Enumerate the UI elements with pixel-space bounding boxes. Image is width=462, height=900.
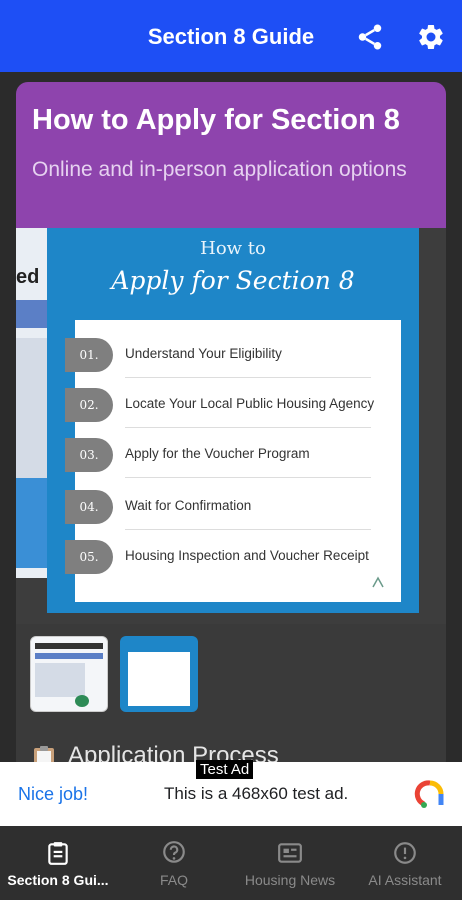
- thumbnail-table: [35, 663, 85, 697]
- step-number: 01.: [65, 338, 113, 372]
- previous-slide-band: [16, 300, 48, 328]
- thumbnail-band: [35, 653, 103, 659]
- clipboard-icon: [48, 842, 68, 865]
- image-carousel[interactable]: ed How to Apply for Section 8 01. Unders…: [16, 228, 446, 624]
- previous-slide-graphic: [16, 478, 48, 568]
- share-icon[interactable]: [355, 22, 385, 52]
- thumbnail-1[interactable]: [30, 636, 108, 712]
- step-divider: [125, 477, 371, 478]
- app-bar: Section 8 Guide: [0, 0, 462, 72]
- slide-logo-icon: [372, 576, 384, 588]
- step-item: 02. Locate Your Local Public Housing Age…: [65, 378, 401, 428]
- step-number: 03.: [65, 438, 113, 472]
- card-header: How to Apply for Section 8 Online and in…: [16, 82, 446, 228]
- ad-nice-text: Nice job!: [18, 784, 89, 804]
- step-item: 04. Wait for Confirmation: [65, 480, 401, 530]
- section-title-text: Application Process: [68, 742, 279, 762]
- thumbnail-2[interactable]: [120, 636, 198, 712]
- bottom-nav: Section 8 Gui... FAQ Housing News AI Ass…: [0, 826, 462, 900]
- previous-slide-fragment: ed: [16, 266, 40, 288]
- clipboard-icon: [34, 746, 54, 762]
- guide-card[interactable]: How to Apply for Section 8 Online and in…: [16, 82, 446, 762]
- gear-icon[interactable]: [416, 22, 446, 52]
- nav-label: FAQ: [159, 872, 188, 888]
- app-title: Section 8 Guide: [147, 24, 315, 49]
- previous-slide-table: [16, 338, 48, 478]
- slide-how-text: How to: [200, 238, 266, 259]
- nav-item-ai-assistant[interactable]: AI Assistant: [348, 826, 462, 900]
- nav-item-guide[interactable]: Section 8 Gui...: [0, 826, 116, 900]
- step-number: 05.: [65, 540, 113, 574]
- info-icon: [394, 842, 416, 864]
- step-text: Apply for the Voucher Program: [125, 446, 310, 461]
- nav-label: AI Assistant: [368, 872, 442, 888]
- newspaper-icon: [278, 843, 302, 863]
- previous-slide[interactable]: ed: [16, 228, 48, 578]
- ad-logo-icon: [414, 780, 444, 808]
- ad-banner[interactable]: Test Ad Nice job! This is a 468x60 test …: [0, 760, 462, 826]
- step-number: 02.: [65, 388, 113, 422]
- step-item: 05. Housing Inspection and Voucher Recei…: [65, 530, 401, 580]
- thumbnail-header: [35, 643, 103, 649]
- question-icon: [163, 841, 185, 863]
- main-slide[interactable]: How to Apply for Section 8 01. Understan…: [47, 228, 419, 613]
- step-number: 04.: [65, 490, 113, 524]
- content-area[interactable]: How to Apply for Section 8 Online and in…: [0, 72, 462, 762]
- step-text: Locate Your Local Public Housing Agency: [125, 396, 375, 411]
- ad-label: Test Ad: [196, 760, 254, 779]
- step-text: Wait for Confirmation: [125, 498, 252, 513]
- nav-item-faq[interactable]: FAQ: [116, 826, 232, 900]
- step-text: Understand Your Eligibility: [125, 346, 282, 361]
- step-item: 03. Apply for the Voucher Program: [65, 428, 401, 478]
- slide-steps-list: 01. Understand Your Eligibility 02. Loca…: [65, 320, 401, 602]
- ad-text: This is a 468x60 test ad.: [164, 784, 349, 803]
- nav-item-housing-news[interactable]: Housing News: [232, 826, 348, 900]
- thumbnail-list: [128, 652, 190, 706]
- thumbnail-tree: [75, 695, 89, 707]
- slide-title: Apply for Section 8: [111, 266, 355, 295]
- nav-label: Section 8 Gui...: [7, 872, 109, 888]
- step-item: 01. Understand Your Eligibility: [65, 328, 401, 378]
- step-text: Housing Inspection and Voucher Receipt: [125, 548, 369, 563]
- nav-label: Housing News: [244, 872, 336, 888]
- card-subtitle: Online and in-person application options: [32, 158, 407, 181]
- card-title: How to Apply for Section 8: [32, 104, 400, 136]
